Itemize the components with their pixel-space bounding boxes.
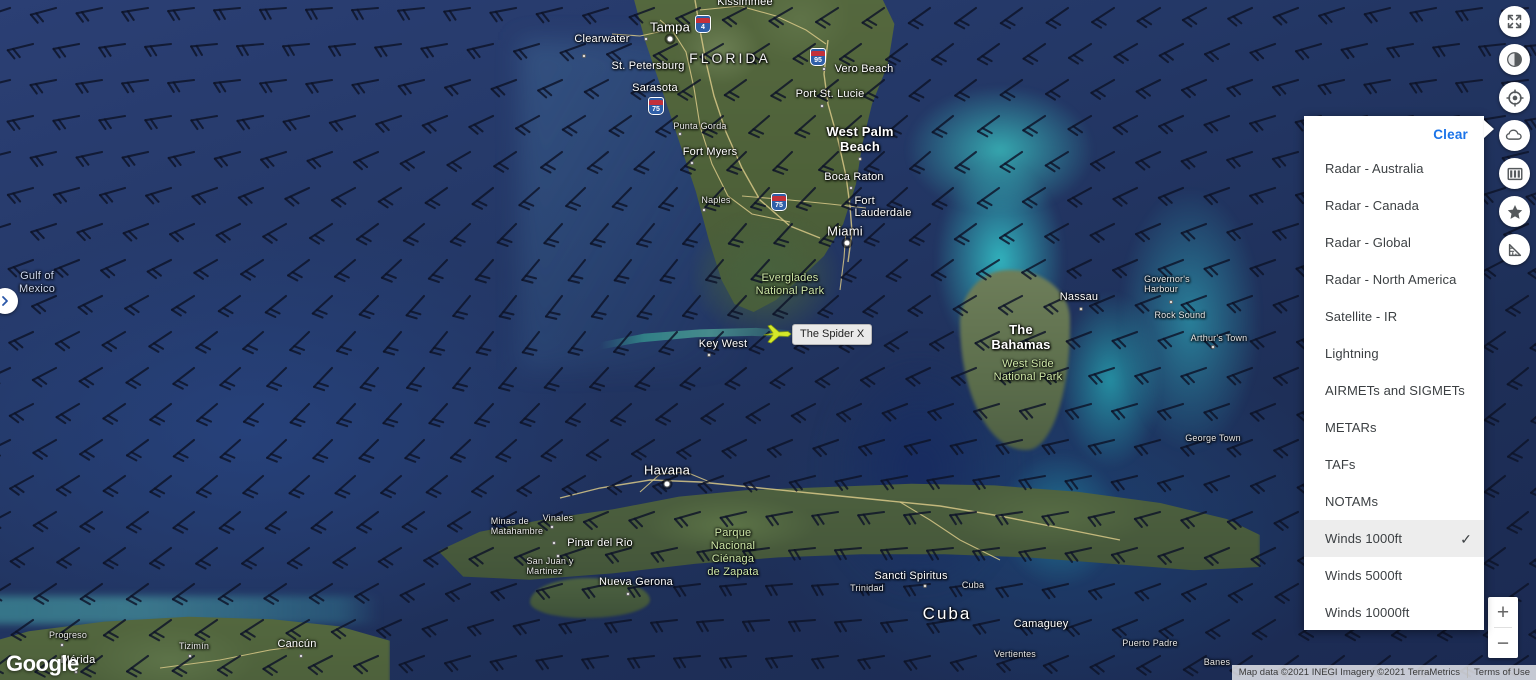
menu-item-label: NOTAMs [1325, 494, 1379, 509]
abaco-bank-shallows [905, 85, 1095, 215]
menu-item-label: AIRMETs and SIGMETs [1325, 383, 1465, 398]
navigation-glyph [1507, 52, 1522, 67]
ruler-icon[interactable] [1499, 234, 1530, 265]
shield-number: 4 [701, 24, 705, 31]
crosshair-glyph [1505, 88, 1524, 107]
menu-clear-row: Clear [1304, 116, 1484, 150]
attribution-text: Map data ©2021 INEGI Imagery ©2021 Terra… [1238, 667, 1461, 678]
menu-pointer-arrow [1484, 120, 1494, 138]
shield-cap [649, 100, 663, 105]
clear-layers-button[interactable]: Clear [1433, 127, 1468, 142]
terms-of-use-link[interactable]: Terms of Use [1468, 667, 1536, 678]
zoom-controls: + − [1488, 597, 1518, 658]
menu-item-notams[interactable]: NOTAMs [1304, 483, 1484, 520]
menu-item-label: TAFs [1325, 457, 1356, 472]
menu-item-label: Radar - Australia [1325, 161, 1424, 176]
menu-item-label: Lightning [1325, 346, 1379, 361]
menu-item-satellite-ir[interactable]: Satellite - IR [1304, 298, 1484, 335]
layers-dropdown-menu: Clear Radar - Australia Radar - Canada Rad… [1304, 116, 1484, 630]
chevron-right-icon [2, 296, 8, 306]
star-glyph [1507, 204, 1522, 219]
map-attribution: Map data ©2021 INEGI Imagery ©2021 Terra… [1231, 665, 1536, 680]
cloud-icon[interactable] [1499, 120, 1530, 151]
shield-number: 75 [775, 202, 783, 209]
menu-item-radar-canada[interactable]: Radar - Canada [1304, 187, 1484, 224]
menu-item-label: Radar - Global [1325, 235, 1411, 250]
zoom-in-button[interactable]: + [1488, 597, 1518, 627]
aircraft-callsign-label[interactable]: The Spider X [792, 324, 873, 345]
everglades-area [690, 210, 840, 340]
target-crosshair-icon[interactable] [1499, 82, 1530, 113]
layers-icon[interactable] [1499, 158, 1530, 189]
menu-item-radar-australia[interactable]: Radar - Australia [1304, 150, 1484, 187]
menu-item-label: Radar - North America [1325, 272, 1457, 287]
aircraft-marker[interactable] [762, 322, 792, 346]
shield-number: 95 [814, 57, 822, 64]
map-tool-rail [1499, 6, 1530, 265]
menu-item-airmets-and-sigmets[interactable]: AIRMETs and SIGMETs [1304, 372, 1484, 409]
ruler-glyph [1508, 243, 1521, 256]
zoom-out-button[interactable]: − [1488, 628, 1518, 658]
fullscreen-icon[interactable] [1499, 6, 1530, 37]
shield-cap [772, 196, 786, 201]
highway-shield: 4 [695, 15, 711, 33]
navigation-arrow-icon[interactable] [1499, 44, 1530, 75]
shield-number: 75 [652, 106, 660, 113]
isla-de-la-juventud [530, 578, 650, 618]
shield-cap [811, 51, 825, 56]
menu-item-tafs[interactable]: TAFs [1304, 446, 1484, 483]
check-icon: ✓ [1460, 530, 1472, 547]
menu-item-radar-global[interactable]: Radar - Global [1304, 224, 1484, 261]
menu-item-metars[interactable]: METARs [1304, 409, 1484, 446]
menu-item-label: METARs [1325, 420, 1377, 435]
fullscreen-glyph [1507, 14, 1522, 29]
highway-shield: 75 [648, 97, 664, 115]
menu-item-label: Winds 10000ft [1325, 605, 1410, 620]
map-application: Gulf of Mexico Clearwater Tampa Kissimmee St.… [0, 0, 1536, 680]
layers-glyph [1507, 167, 1522, 180]
star-icon[interactable] [1499, 196, 1530, 227]
menu-item-lightning[interactable]: Lightning [1304, 335, 1484, 372]
menu-item-winds-10000ft[interactable]: Winds 10000ft [1304, 594, 1484, 630]
menu-item-radar-north-america[interactable]: Radar - North America [1304, 261, 1484, 298]
google-logo: Google [6, 651, 79, 676]
layers-menu-list[interactable]: Radar - Australia Radar - Canada Radar - G… [1304, 150, 1484, 630]
menu-item-label: Radar - Canada [1325, 198, 1419, 213]
shield-cap [696, 18, 710, 23]
highway-shield: 75 [771, 193, 787, 211]
menu-item-label: Satellite - IR [1325, 309, 1398, 324]
menu-item-winds-1000ft[interactable]: Winds 1000ft ✓ [1304, 520, 1484, 557]
menu-item-label: Winds 1000ft [1325, 531, 1403, 546]
menu-item-label: Winds 5000ft [1325, 568, 1403, 583]
cloud-glyph [1505, 129, 1522, 140]
eleuthera-bank-shallows [1120, 190, 1260, 450]
menu-item-winds-5000ft[interactable]: Winds 5000ft [1304, 557, 1484, 594]
highway-shield: 95 [810, 48, 826, 66]
